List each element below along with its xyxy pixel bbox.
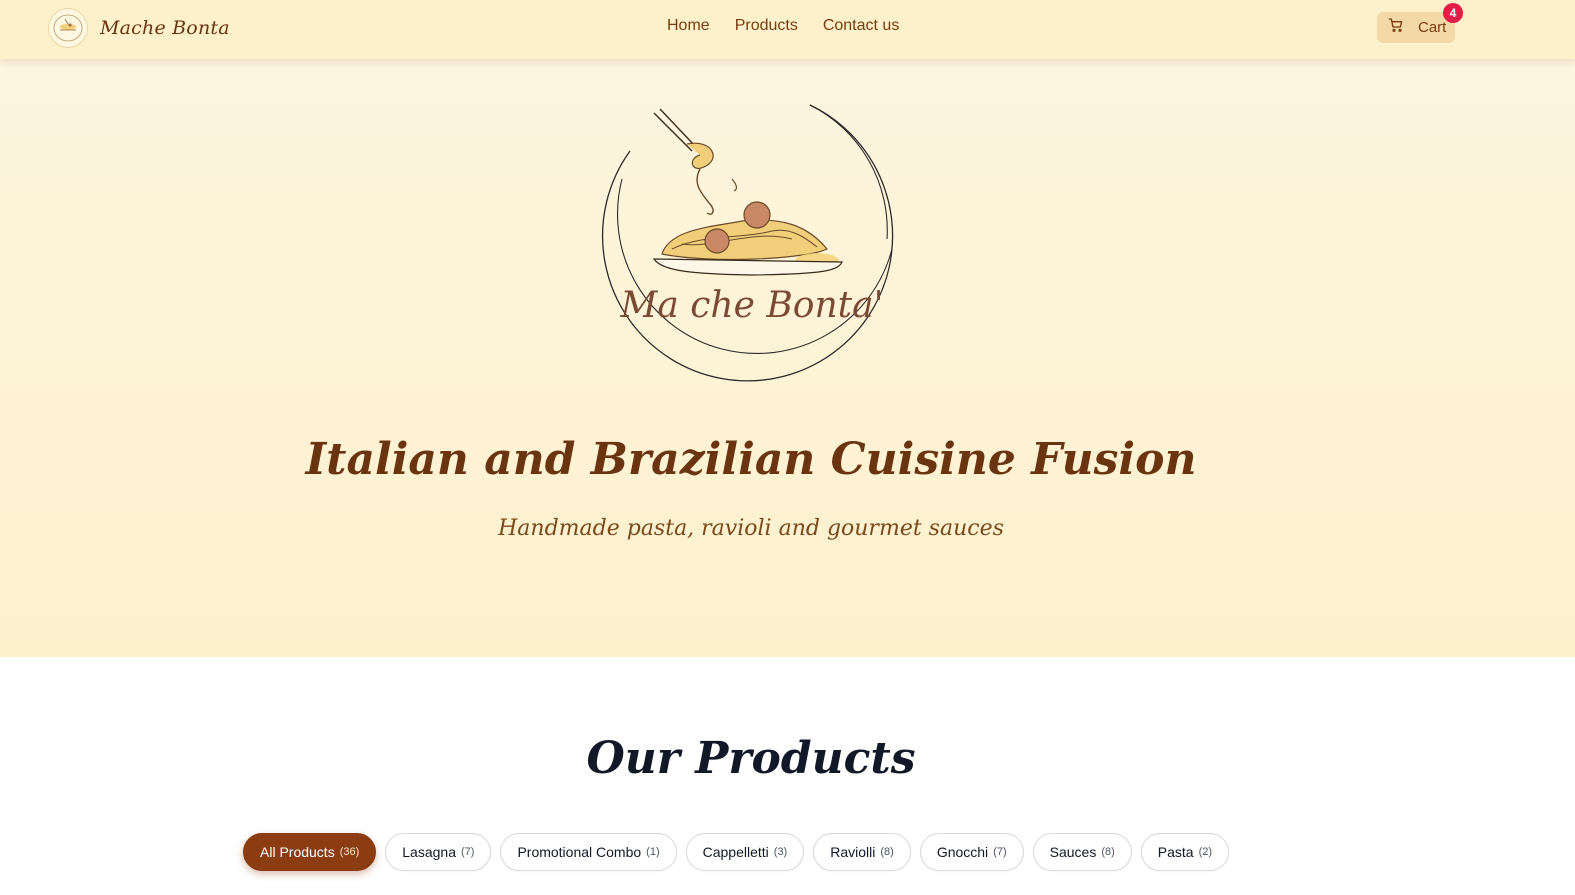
hero-logo-wordmark: Ma che Bonta' [619,285,883,326]
brand-logo [48,8,88,48]
filter-all-products[interactable]: All Products (36) [243,833,377,871]
filter-label: Lasagna [402,844,456,860]
brand-name: Mache Bonta [100,17,230,39]
hero-logo: Ma che Bonta' [592,99,912,399]
filter-label: All Products [260,844,335,860]
hero-section: Ma che Bonta' Italian and Brazilian Cuis… [0,59,1575,657]
hero-title: Italian and Brazilian Cuisine Fusion [305,434,1197,485]
filter-count: (36) [339,846,360,858]
filter-label: Raviolli [830,844,876,860]
filter-count: (8) [1101,846,1115,858]
nav-products[interactable]: Products [735,17,798,35]
cart-label: Cart [1418,19,1447,36]
filter-gnocchi[interactable]: Gnocchi (7) [919,833,1024,871]
filter-count: (3) [773,846,788,858]
filter-label: Gnocchi [936,844,989,860]
filter-count: (7) [460,846,475,858]
filter-count: (8) [880,846,894,858]
filter-promotional-combo[interactable]: Promotional Combo (1) [500,833,677,871]
filter-pasta[interactable]: Pasta (2) [1140,833,1230,871]
filter-count: (2) [1198,846,1213,858]
filter-raviolli[interactable]: Raviolli (8) [813,833,911,871]
nav-contact-us[interactable]: Contact us [823,17,899,35]
brand[interactable]: Mache Bonta [48,8,230,48]
cart-count-badge: 4 [1443,3,1463,23]
category-filters: All Products (36) Lasagna (7) Promotiona… [243,833,1230,871]
hero-subtitle: Handmade pasta, ravioli and gourmet sauc… [498,516,1004,541]
filter-sauces[interactable]: Sauces (8) [1032,833,1132,871]
products-section-title: Our Products [586,733,916,784]
filter-label: Cappelletti [702,844,769,860]
filter-label: Sauces [1049,844,1097,860]
filter-cappelletti[interactable]: Cappelletti (3) [685,833,805,871]
filter-label: Pasta [1157,844,1194,860]
filter-count: (7) [993,846,1007,858]
filter-lasagna[interactable]: Lasagna (7) [385,833,492,871]
top-navbar: Mache Bonta Home Products Contact us Car… [0,0,1575,59]
filter-count: (1) [646,846,660,858]
filter-label: Promotional Combo [517,844,642,860]
shopping-cart-icon [1388,17,1404,38]
nav-home[interactable]: Home [667,17,710,35]
main-nav: Home Products Contact us [667,17,899,35]
